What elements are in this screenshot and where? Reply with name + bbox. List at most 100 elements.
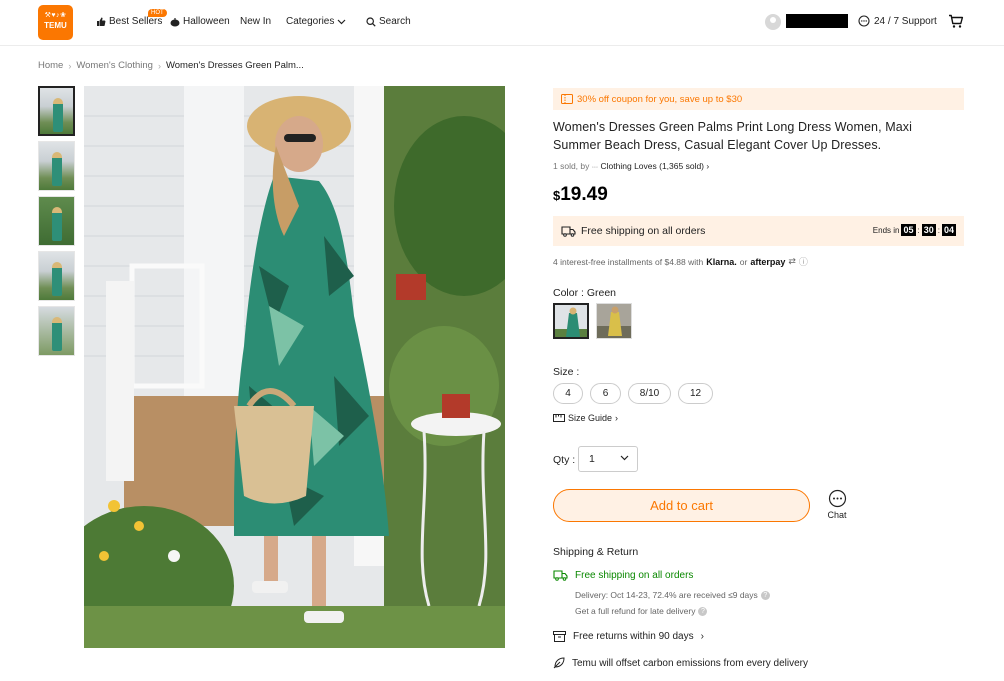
product-photo	[84, 86, 505, 648]
nav-categories-label: Categories	[286, 16, 335, 27]
size-option-12[interactable]: 12	[678, 383, 713, 404]
coupon-banner[interactable]: 30% off coupon for you, save up to $30	[553, 88, 964, 110]
nav-best-sellers[interactable]: Best Sellers	[96, 16, 162, 27]
color-swatch-yellow[interactable]	[596, 303, 632, 339]
avatar[interactable]	[765, 14, 781, 30]
installments-prefix: 4 interest-free installments of $4.88 wi…	[553, 256, 704, 267]
timer-seconds: 04	[941, 224, 956, 236]
store-logo-icon: ◦◦◦	[591, 165, 599, 171]
nav-best-sellers-label: Best Sellers	[109, 16, 163, 27]
ends-label: Ends in	[872, 225, 900, 235]
installments-info: 4 interest-free installments of $4.88 wi…	[553, 255, 808, 268]
username-redacted[interactable]	[786, 14, 848, 28]
free-returns-label: Free returns within 90 days	[573, 631, 694, 642]
info-icon[interactable]: ⓘ	[799, 255, 808, 268]
free-returns-row[interactable]: Free returns within 90 days ›	[553, 631, 704, 642]
store-link[interactable]: Clothing Loves (1,365 sold)	[601, 161, 704, 171]
temu-logo[interactable]: ⚒♥♪❀ TEMU	[38, 5, 73, 40]
quantity-value: 1	[589, 453, 595, 465]
cart-button[interactable]	[948, 14, 964, 32]
coupon-icon	[561, 94, 573, 104]
free-shipping-bar: Free shipping on all orders Ends in 05: …	[553, 216, 964, 246]
chat-icon	[828, 489, 846, 508]
free-shipping-row[interactable]: Free shipping on all orders	[553, 570, 693, 581]
thumbs-up-icon	[97, 17, 106, 26]
thumbnail-4[interactable]	[38, 251, 75, 301]
ruler-icon	[553, 414, 565, 422]
product-title: Women's Dresses Green Palms Print Long D…	[553, 120, 913, 152]
color-label: Color : Green	[553, 287, 617, 299]
breadcrumb-current: Women's Dresses Green Palm...	[165, 60, 304, 71]
product-main-image[interactable]	[84, 86, 505, 648]
countdown-timer: Ends in 05: 30: 04	[872, 224, 956, 236]
price-amount: 19.49	[560, 184, 608, 205]
breadcrumb-category[interactable]: Women's Clothing	[76, 60, 153, 71]
afterpay-logo: afterpay	[750, 256, 786, 267]
nav-search[interactable]: Search	[366, 16, 411, 27]
free-shipping-label: Free shipping on all orders	[581, 225, 706, 237]
afterpay-arrows-icon: ⇄	[788, 256, 796, 266]
thumbnail-list	[38, 86, 75, 361]
support-label: 24 / 7 Support	[874, 15, 937, 27]
sold-info: 1 sold, by ◦◦◦ Clothing Loves (1,365 sol…	[553, 161, 709, 171]
chevron-down-icon	[620, 455, 629, 461]
add-to-cart-button[interactable]: Add to cart	[553, 489, 810, 522]
size-label: Size :	[553, 366, 580, 378]
refund-text: Get a full refund for late delivery	[575, 606, 696, 616]
timer-minutes: 30	[921, 224, 936, 236]
hot-badge: HOT	[148, 9, 167, 17]
timer-hours: 05	[901, 224, 916, 236]
size-option-8-10[interactable]: 8/10	[628, 383, 671, 404]
price: $19.49	[553, 184, 608, 206]
help-icon[interactable]: ?	[760, 590, 770, 600]
quantity-select[interactable]: 1	[578, 446, 638, 472]
carbon-offset-row: Temu will offset carbon emissions from e…	[553, 657, 808, 669]
thumbnail-1[interactable]	[38, 86, 75, 136]
size-guide-label: Size Guide	[568, 413, 613, 423]
nav-halloween[interactable]: Halloween	[170, 16, 230, 27]
thumbnail-2[interactable]	[38, 141, 75, 191]
size-option-4[interactable]: 4	[553, 383, 583, 404]
chat-button[interactable]: Chat	[824, 489, 850, 520]
logo-text: TEMU	[44, 21, 67, 30]
breadcrumb-separator: ›	[157, 60, 161, 71]
nav-halloween-label: Halloween	[183, 16, 230, 27]
delivery-info: Delivery: Oct 14-23, 72.4% are received …	[575, 590, 770, 600]
breadcrumb-home[interactable]: Home	[38, 60, 63, 71]
chat-label: Chat	[827, 510, 847, 520]
help-icon[interactable]: ?	[698, 606, 708, 616]
nav-categories[interactable]: Categories	[286, 16, 346, 27]
nav-new-in[interactable]: New In	[240, 16, 271, 27]
cart-icon	[949, 14, 964, 28]
color-swatch-green[interactable]	[553, 303, 589, 339]
return-box-icon	[553, 631, 566, 642]
nav-search-label: Search	[379, 16, 411, 27]
delivery-text: Delivery: Oct 14-23, 72.4% are received …	[575, 590, 758, 600]
leaf-icon	[553, 657, 565, 669]
truck-icon	[561, 225, 576, 237]
shipping-return-title: Shipping & Return	[553, 546, 639, 558]
pumpkin-icon	[170, 17, 180, 26]
klarna-logo: Klarna.	[706, 256, 737, 267]
coupon-text: 30% off coupon for you, save up to $30	[577, 93, 743, 105]
or-text: or	[739, 256, 748, 267]
top-header: ⚒♥♪❀ TEMU Best Sellers HOT Halloween New…	[0, 0, 1004, 46]
thumbnail-3[interactable]	[38, 196, 75, 246]
store-chevron-icon: ›	[706, 161, 710, 171]
chat-bubble-icon	[858, 15, 870, 27]
support-link[interactable]: 24 / 7 Support	[858, 15, 937, 27]
carbon-offset-label: Temu will offset carbon emissions from e…	[572, 657, 809, 669]
size-guide-link[interactable]: Size Guide ›	[553, 413, 618, 423]
chevron-down-icon	[337, 19, 346, 24]
refund-info: Get a full refund for late delivery ?	[575, 606, 708, 616]
breadcrumb-separator: ›	[68, 60, 72, 71]
logo-glyphs: ⚒♥♪❀	[44, 12, 67, 19]
chevron-right-icon: ›	[700, 631, 704, 642]
free-shipping-row-label: Free shipping on all orders	[575, 570, 694, 581]
search-icon	[366, 16, 376, 27]
thumbnail-5[interactable]	[38, 306, 75, 356]
nav-new-in-label: New In	[240, 16, 272, 27]
sold-prefix: 1 sold, by	[553, 161, 590, 171]
chevron-right-icon: ›	[615, 413, 619, 423]
size-option-6[interactable]: 6	[590, 383, 621, 404]
